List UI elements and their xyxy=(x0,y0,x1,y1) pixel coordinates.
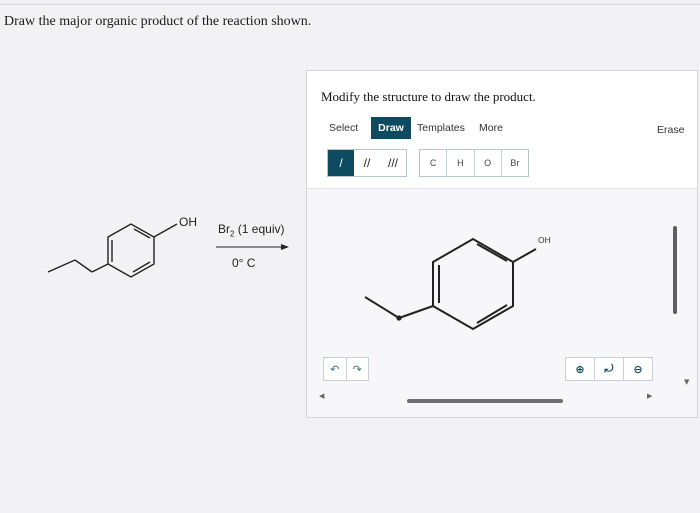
oh-label: OH xyxy=(179,215,197,229)
tab-select[interactable]: Select xyxy=(323,117,364,139)
scroll-left-icon[interactable]: ◀ xyxy=(319,392,324,400)
double-bond-button[interactable]: // xyxy=(354,150,380,176)
horizontal-scrollbar[interactable] xyxy=(407,399,563,403)
bond-tool-group: / // /// xyxy=(327,149,407,177)
scroll-right-icon[interactable]: ▶ xyxy=(647,392,652,400)
vertical-scrollbar[interactable] xyxy=(673,226,677,314)
redo-icon[interactable]: ↷ xyxy=(345,358,369,380)
canvas-structure[interactable] xyxy=(307,189,697,417)
tab-draw[interactable]: Draw xyxy=(371,117,411,139)
tab-templates[interactable]: Templates xyxy=(411,117,471,139)
atom-o-button[interactable]: O xyxy=(475,150,502,176)
tab-more[interactable]: More xyxy=(473,117,509,139)
drawing-canvas[interactable]: OH ↶ ↷ ⊕ ⤾ ⊖ ◀ ▶ xyxy=(306,188,698,418)
zoom-reset-icon[interactable]: ⤾ xyxy=(594,358,623,380)
zoom-group: ⊕ ⤾ ⊖ xyxy=(565,357,653,381)
atom-tool-group: C H O Br xyxy=(419,149,529,177)
reagent-label: Br2 (1 equiv) xyxy=(218,222,285,239)
atom-h-button[interactable]: H xyxy=(447,150,475,176)
zoom-out-icon[interactable]: ⊖ xyxy=(623,358,652,380)
canvas-oh-label[interactable]: OH xyxy=(538,235,551,245)
conditions-label: 0° C xyxy=(232,256,256,270)
zoom-in-icon[interactable]: ⊕ xyxy=(566,358,594,380)
scroll-down-icon[interactable]: ▼ xyxy=(684,378,689,386)
atom-c-button[interactable]: C xyxy=(420,150,448,176)
editor-toolbar-panel: Modify the structure to draw the product… xyxy=(306,70,698,189)
atom-br-button[interactable]: Br xyxy=(502,150,528,176)
reactant-structure xyxy=(47,223,289,278)
history-group: ↶ ↷ xyxy=(323,357,369,381)
undo-icon[interactable]: ↶ xyxy=(324,358,346,380)
editor-instruction: Modify the structure to draw the product… xyxy=(321,89,536,104)
single-bond-button[interactable]: / xyxy=(328,150,354,176)
triple-bond-button[interactable]: /// xyxy=(380,150,406,176)
erase-button[interactable]: Erase xyxy=(651,119,690,141)
